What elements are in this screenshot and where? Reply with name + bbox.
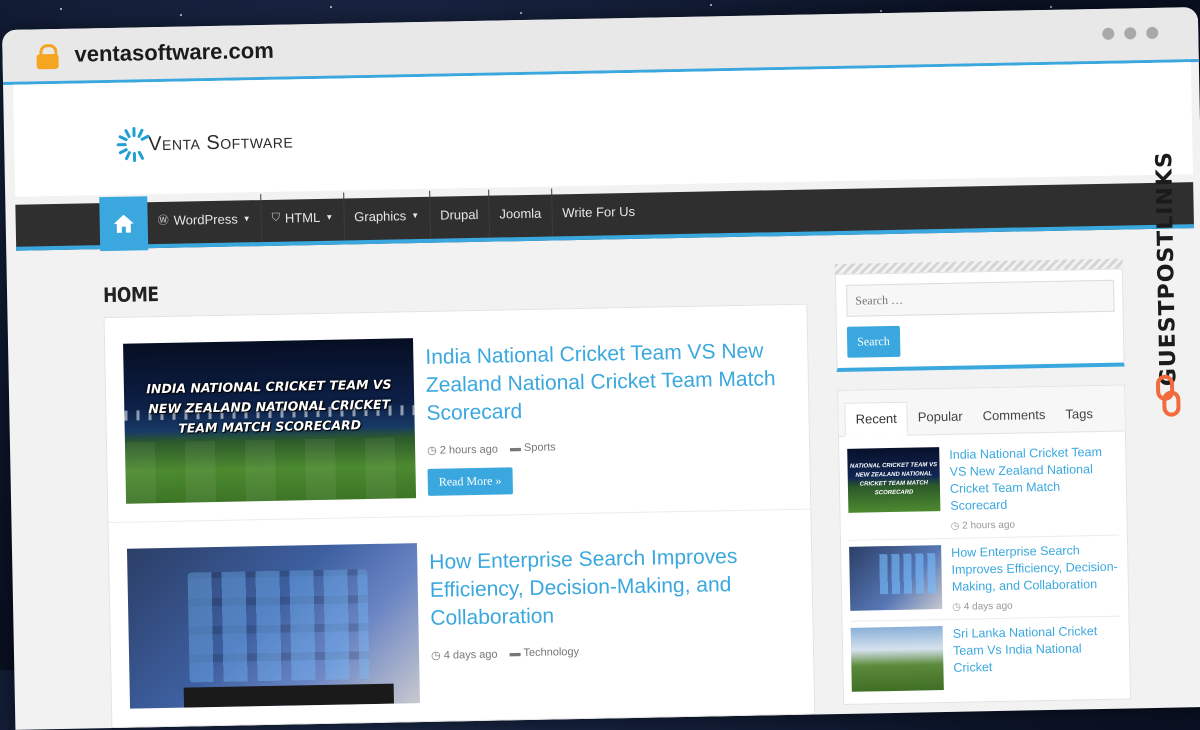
tab-recent[interactable]: Recent [844,402,908,437]
home-button[interactable] [99,196,148,251]
folder-icon: ▬ [510,442,521,454]
main-content: Home INDIA NATIONAL CRICKET TEAM VS NEW … [103,270,813,728]
nav-item-wordpress[interactable]: Ⓦ WordPress ▼ [147,194,262,244]
post-category-link[interactable]: ▬ Sports [510,441,556,455]
folder-icon: ▬ [509,647,520,659]
post-item: INDIA NATIONAL CRICKET TEAM VS NEW ZEALA… [105,305,811,523]
chevron-down-icon: ▼ [325,212,333,221]
clock-icon: ◷ [952,602,961,613]
website: Venta Software Ⓦ WordPress ▼ ⛉ HTML [13,62,1200,724]
search-input[interactable]: Search … [846,280,1115,317]
post-time: ◷ 4 days ago [431,648,498,662]
search-widget: Search … Search [835,269,1125,373]
lock-icon [36,44,58,68]
post-category-link[interactable]: ▬ Technology [509,646,579,660]
post-list: INDIA NATIONAL CRICKET TEAM VS NEW ZEALA… [104,304,816,728]
nav-item-joomla[interactable]: Joomla [489,188,553,237]
nav-item-write-for-us[interactable]: Write For Us [552,187,646,237]
window-controls [1092,26,1158,45]
recent-post-link[interactable]: India National Cricket Team VS New Zeala… [949,444,1118,515]
post-title-link[interactable]: India National Cricket Team VS New Zeala… [425,337,791,428]
recent-thumbnail[interactable] [849,545,942,611]
recent-post-time: ◷ 4 days ago [952,599,1120,613]
site-logo[interactable]: Venta Software [114,119,294,166]
html5-icon: ⛉ [272,211,280,224]
read-more-button[interactable]: Read More » [428,467,513,496]
post-title-link[interactable]: How Enterprise Search Improves Efficienc… [429,542,795,633]
search-button[interactable]: Search [847,326,900,358]
recent-post-time: ◷ 2 hours ago [951,518,1119,532]
list-item: NATIONAL CRICKET TEAM VS NEW ZEALAND NAT… [847,438,1119,541]
link-icon [1155,374,1182,418]
chevron-down-icon: ▼ [411,211,419,220]
url-text[interactable]: ventasoftware.com [74,38,274,68]
tab-popular[interactable]: Popular [908,400,973,434]
banner-text: GUESTPOSTLINKS [1152,151,1182,386]
sidebar: Search … Search Recent Popular Comments … [835,259,1131,705]
post-item: How Enterprise Search Improves Efficienc… [108,510,814,727]
site-header: Venta Software [13,62,1193,197]
guestpostlinks-banner: GUESTPOSTLINKS [1144,118,1190,419]
recent-thumbnail[interactable] [851,626,944,692]
clock-icon: ◷ [951,521,960,532]
chevron-down-icon: ▼ [243,214,251,223]
window-dot-icon[interactable] [1102,28,1114,40]
recent-thumbnail[interactable]: NATIONAL CRICKET TEAM VS NEW ZEALAND NAT… [847,447,940,513]
recent-post-link[interactable]: Sri Lanka National Cricket Team Vs India… [953,623,1122,677]
window-dot-icon[interactable] [1146,27,1158,39]
tab-tags[interactable]: Tags [1055,398,1103,432]
tabs-widget: Recent Popular Comments Tags NATIONAL CR… [837,385,1131,705]
window-dot-icon[interactable] [1124,27,1136,39]
sunburst-logo-icon [114,124,155,165]
post-time: ◷ 2 hours ago [427,443,498,457]
home-icon [112,212,136,234]
tab-bar: Recent Popular Comments Tags [838,386,1125,437]
list-item: Sri Lanka National Cricket Team Vs India… [851,617,1122,698]
recent-post-link[interactable]: How Enterprise Search Improves Efficienc… [951,542,1120,596]
browser-window: ventasoftware.com Venta Software [2,7,1200,730]
post-thumbnail[interactable]: INDIA NATIONAL CRICKET TEAM VS NEW ZEALA… [123,338,416,504]
nav-item-html[interactable]: ⛉ HTML ▼ [261,192,344,242]
post-thumbnail[interactable] [127,543,420,709]
tab-comments[interactable]: Comments [972,399,1055,434]
clock-icon: ◷ [431,650,441,662]
logo-text: Venta Software [148,130,293,156]
thumbnail-caption: INDIA NATIONAL CRICKET TEAM VS NEW ZEALA… [132,374,407,439]
list-item: How Enterprise Search Improves Efficienc… [849,536,1121,622]
nav-item-graphics[interactable]: Graphics ▼ [344,191,431,241]
recent-posts-list: NATIONAL CRICKET TEAM VS NEW ZEALAND NAT… [839,432,1130,704]
clock-icon: ◷ [427,445,437,457]
page-title: Home [103,272,700,307]
wordpress-icon: Ⓦ [158,212,169,228]
nav-item-drupal[interactable]: Drupal [430,190,490,239]
